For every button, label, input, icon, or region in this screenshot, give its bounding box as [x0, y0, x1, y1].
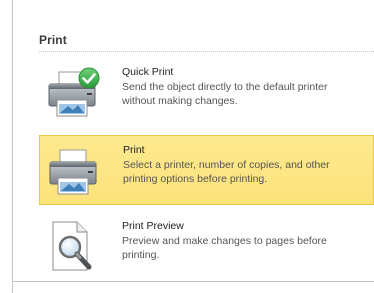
print-preview-command[interactable]: Print Preview Preview and make changes t…: [39, 212, 374, 282]
quick-print-title: Quick Print: [122, 66, 174, 78]
print-preview-icon: [43, 220, 103, 274]
print-preview-title: Print Preview: [122, 220, 184, 232]
quick-print-icon: [43, 66, 103, 120]
quick-print-command[interactable]: Quick Print Send the object directly to …: [39, 58, 374, 128]
printer-icon: [44, 144, 104, 198]
print-description: Select a printer, number of copies, and …: [123, 159, 330, 185]
section-divider: [39, 51, 374, 52]
print-backstage-panel: Print Quick Print Send the object direct…: [0, 0, 374, 293]
section-title: Print: [39, 33, 67, 47]
print-preview-description: Preview and make changes to pages before…: [122, 235, 327, 261]
print-title: Print: [123, 144, 145, 156]
quick-print-description: Send the object directly to the default …: [122, 81, 328, 107]
print-command[interactable]: Print Select a printer, number of copies…: [39, 135, 374, 205]
panel-left-border: [12, 0, 13, 293]
